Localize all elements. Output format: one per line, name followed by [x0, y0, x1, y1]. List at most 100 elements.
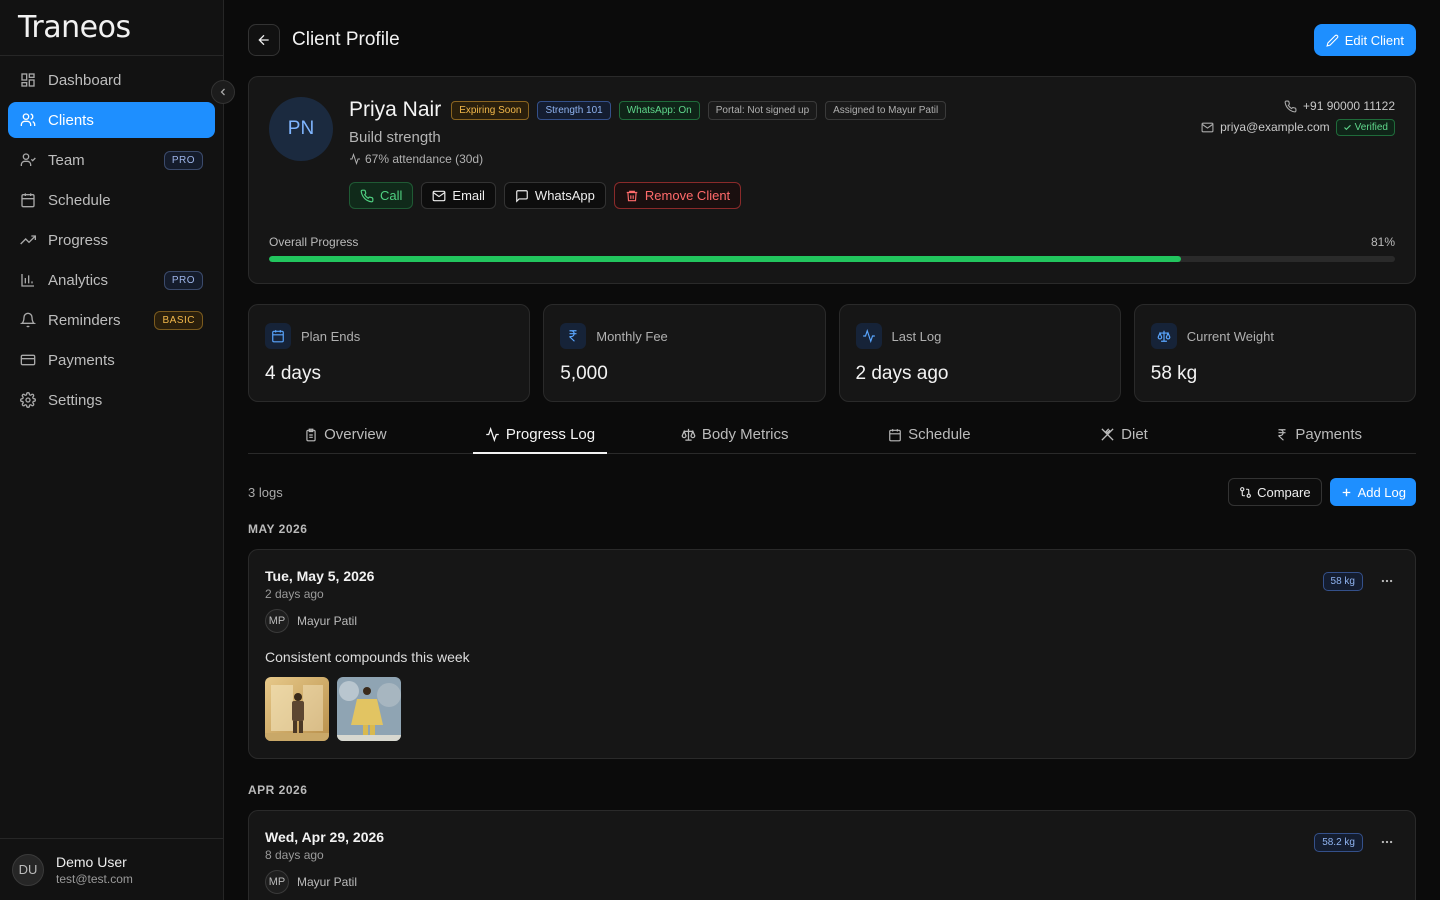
client-contact: +91 90000 11122 priya@example.com Verifi… [1201, 97, 1395, 136]
email-label: Email [452, 188, 485, 203]
user-email: test@test.com [56, 871, 133, 886]
log-date: Wed, Apr 29, 2026 [265, 829, 385, 845]
stat-label: Last Log [891, 328, 942, 344]
page-header: Client Profile Edit Client [248, 24, 1416, 56]
progress-label: Overall Progress [269, 235, 359, 249]
sidebar-item-label: Team [48, 151, 85, 169]
app-logo[interactable]: Traneos [0, 0, 223, 56]
basic-badge: BASIC [154, 310, 203, 330]
tab-schedule[interactable]: Schedule [832, 424, 1027, 453]
sidebar-item-label: Clients [48, 111, 94, 129]
page-title: Client Profile [292, 29, 400, 50]
sidebar-item-clients[interactable]: Clients [8, 102, 215, 138]
tab-overview[interactable]: Overview [248, 424, 443, 453]
team-icon [20, 153, 36, 166]
more-horizontal-icon [1381, 579, 1393, 583]
tab-label: Payments [1295, 426, 1363, 443]
more-horizontal-icon [1381, 840, 1393, 844]
calendar-icon [21, 193, 35, 208]
client-phone[interactable]: +91 90000 11122 [1303, 99, 1395, 113]
app-root: Traneos Dashboard Clients Team PRO Sched… [0, 0, 1440, 900]
sidebar-item-dashboard[interactable]: Dashboard [8, 62, 215, 98]
author-name: Mayur Patil [297, 614, 358, 628]
user-profile[interactable]: DU Demo User test@test.com [0, 838, 223, 900]
logs-toolbar: 3 logs Compare Add Log [248, 478, 1416, 506]
sidebar-nav: Dashboard Clients Team PRO Schedule Prog… [0, 56, 223, 428]
progress-photo[interactable] [337, 677, 401, 741]
client-goal: Build strength [349, 129, 441, 146]
sidebar-item-analytics[interactable]: Analytics PRO [8, 262, 215, 298]
tab-body-metrics[interactable]: Body Metrics [637, 424, 832, 453]
whatsapp-button[interactable]: WhatsApp [503, 182, 606, 209]
log-more-button[interactable] [1375, 831, 1399, 853]
avatar: DU [12, 853, 44, 886]
sidebar-item-label: Schedule [48, 191, 111, 209]
sidebar-item-payments[interactable]: Payments [8, 342, 215, 378]
add-log-button[interactable]: Add Log [1329, 478, 1416, 506]
tab-progress-log[interactable]: Progress Log [443, 424, 638, 454]
sidebar-item-reminders[interactable]: Reminders BASIC [8, 302, 215, 338]
stats-row: Plan Ends 4 days Monthly Fee 5,000 Last … [248, 304, 1416, 402]
tab-payments[interactable]: Payments [1221, 424, 1416, 453]
tab-diet[interactable]: Diet [1027, 424, 1222, 453]
sidebar-item-settings[interactable]: Settings [8, 382, 215, 418]
scale-icon [681, 428, 696, 441]
overall-progress: Overall Progress 81% [269, 235, 1395, 262]
sidebar-item-label: Reminders [48, 311, 121, 329]
edit-client-label: Edit Client [1344, 32, 1404, 48]
log-photos [265, 677, 1399, 741]
program-badge: Strength 101 [537, 100, 611, 120]
call-button[interactable]: Call [349, 182, 414, 209]
log-relative-time: 8 days ago [265, 848, 324, 862]
add-log-label: Add Log [1357, 484, 1406, 500]
progress-fill [269, 256, 1182, 262]
client-name: Priya Nair [349, 98, 442, 121]
sidebar-item-team[interactable]: Team PRO [8, 142, 215, 178]
trending-up-icon [20, 235, 36, 245]
user-name: Demo User [56, 853, 127, 870]
whatsapp-label: WhatsApp [534, 188, 595, 203]
attendance-text: 67% attendance (30d) [365, 152, 484, 166]
back-button[interactable] [248, 24, 280, 56]
main-content: Client Profile Edit Client PN Priya Nair… [224, 0, 1440, 900]
call-label: Call [380, 188, 403, 203]
client-email[interactable]: priya@example.com [1220, 120, 1330, 134]
email-button[interactable]: Email [421, 182, 496, 209]
verified-label: Verified [1354, 121, 1388, 133]
compare-button[interactable]: Compare [1228, 478, 1322, 506]
credit-card-icon [20, 354, 36, 366]
sidebar-collapse-button[interactable] [211, 80, 235, 104]
assigned-badge: Assigned to Mayur Patil [825, 100, 947, 120]
month-heading: MAY 2026 [248, 522, 308, 536]
sidebar-item-label: Analytics [48, 271, 109, 289]
sidebar-item-progress[interactable]: Progress [8, 222, 215, 258]
edit-client-button[interactable]: Edit Client [1313, 24, 1416, 56]
clipboard-icon [306, 428, 316, 442]
log-note: Consistent compounds this week [265, 649, 470, 665]
tab-label: Body Metrics [701, 426, 789, 443]
photo-thumbnail [337, 677, 401, 741]
message-icon [516, 189, 528, 203]
tab-label: Overview [324, 426, 387, 443]
status-badge: Expiring Soon [451, 100, 530, 120]
log-entry: Tue, May 5, 2026 2 days ago MP Mayur Pat… [248, 549, 1416, 759]
sidebar-item-schedule[interactable]: Schedule [8, 182, 215, 218]
weight-badge: 58 kg [1322, 572, 1363, 591]
calendar-icon [272, 330, 284, 343]
compare-label: Compare [1257, 484, 1311, 500]
sidebar: Traneos Dashboard Clients Team PRO Sched… [0, 0, 235, 900]
chevron-left-icon [220, 88, 225, 96]
calendar-icon [889, 429, 901, 442]
activity-icon [862, 329, 875, 343]
progress-photo[interactable] [265, 677, 329, 741]
sidebar-item-label: Progress [48, 231, 109, 249]
remove-client-button[interactable]: Remove Client [613, 182, 742, 209]
sidebar-item-label: Dashboard [48, 71, 122, 89]
avatar: MP [265, 609, 289, 633]
stat-value: 58 kg [1150, 363, 1198, 384]
rupee-icon [569, 330, 577, 342]
photo-thumbnail [265, 677, 329, 741]
rupee-icon [1278, 429, 1286, 441]
stat-label: Monthly Fee [596, 328, 668, 344]
log-more-button[interactable] [1375, 570, 1399, 592]
